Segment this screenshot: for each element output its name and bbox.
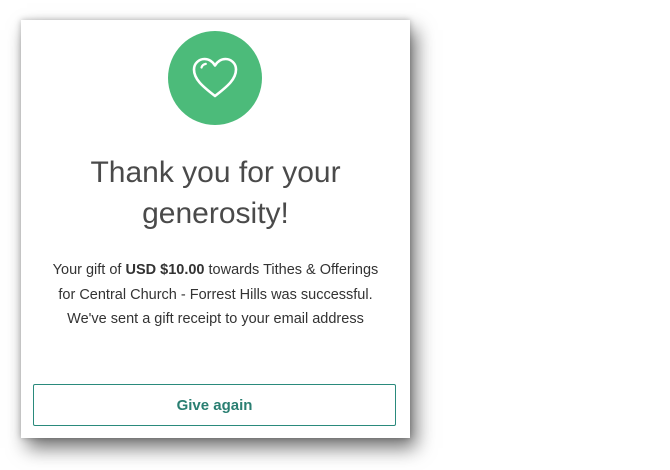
gift-recipient-line: for Central Church - Forrest Hills was s… — [58, 286, 373, 303]
receipt-notice: We've sent a gift receipt to your email … — [67, 311, 364, 327]
heart-badge — [168, 31, 262, 125]
gift-message: Your gift of USD $10.00 towards Tithes &… — [21, 258, 410, 332]
gift-amount: USD $10.00 — [125, 262, 205, 278]
thank-you-title: Thank you for your generosity! — [21, 152, 410, 234]
gift-suffix: towards Tithes & Offerings — [204, 262, 379, 278]
heart-icon — [192, 57, 238, 98]
give-again-button[interactable]: Give again — [33, 384, 396, 426]
title-line-1: Thank you for your — [90, 156, 341, 189]
page: Thank you for your generosity! Your gift… — [0, 0, 670, 470]
title-line-2: generosity! — [142, 197, 289, 230]
confirmation-card: Thank you for your generosity! Your gift… — [21, 20, 410, 438]
gift-prefix: Your gift of — [52, 262, 126, 278]
